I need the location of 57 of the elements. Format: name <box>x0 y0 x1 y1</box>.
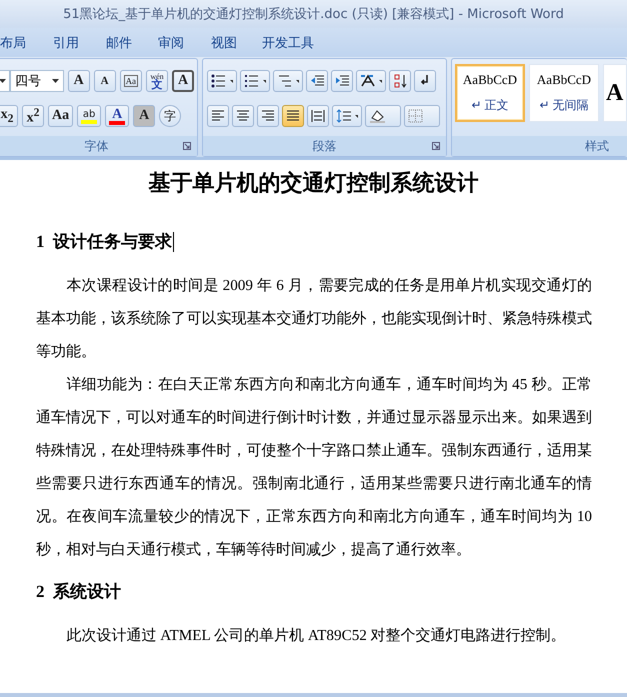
paragraph-mark-icon[interactable] <box>414 70 436 92</box>
font-tool-button[interactable]: x$_{2}$ <box>0 105 18 127</box>
ribbon-tab[interactable]: 开发工具 <box>257 30 319 56</box>
text-align-icon <box>236 109 250 123</box>
increase-indent-icon[interactable] <box>331 70 353 92</box>
numbering-icon[interactable] <box>240 70 270 92</box>
style-swatch[interactable]: AaBbCcD ↵ 无间隔 <box>529 64 599 122</box>
dropdown-arrow-icon[interactable] <box>52 79 59 83</box>
group-label: 样式 <box>585 138 609 154</box>
group-label: 字体 <box>84 138 108 154</box>
ribbon-tab[interactable]: 邮件 <box>99 30 139 56</box>
text-align-icon <box>211 109 225 123</box>
font-tool-button[interactable]: wén 文 <box>146 70 168 92</box>
font-tool-button[interactable]: 字 <box>159 105 182 127</box>
font-name-dropdown[interactable] <box>0 70 10 92</box>
bullets-icon[interactable] <box>207 70 237 92</box>
font-tool-button[interactable]: A <box>68 70 90 92</box>
style-swatch[interactable]: A <box>603 64 627 122</box>
font-tool-button[interactable]: A <box>105 105 130 127</box>
ribbon-tab[interactable]: 引用 <box>46 30 86 56</box>
font-tool-button[interactable]: Aa <box>48 105 74 127</box>
align-button[interactable] <box>207 105 229 127</box>
shading-icon[interactable] <box>365 105 401 127</box>
decrease-indent-icon[interactable] <box>306 70 328 92</box>
text-align-icon <box>286 109 300 123</box>
align-button[interactable] <box>282 105 304 127</box>
dialog-launcher-icon[interactable] <box>432 142 440 150</box>
line-spacing-icon[interactable] <box>332 105 362 127</box>
align-button[interactable] <box>257 105 279 127</box>
align-button[interactable] <box>232 105 254 127</box>
font-tool-button[interactable]: Aa <box>120 70 142 92</box>
ribbon-tab[interactable]: 审阅 <box>151 30 191 56</box>
ribbon-tab[interactable]: 视图 <box>204 30 244 56</box>
section-heading: 1 设计任务与要求 <box>36 231 172 253</box>
text-align-icon <box>311 109 325 123</box>
ribbon-tab[interactable]: 布局 <box>0 30 28 56</box>
text-direction-icon[interactable] <box>356 70 386 92</box>
align-button[interactable] <box>307 105 329 127</box>
section-heading: 2 系统设计 <box>36 581 121 603</box>
body-paragraph: 此次设计通过 ATMEL 公司的单片机 AT89C52 对整个交通灯电路进行控制。 <box>65 626 567 646</box>
style-swatch[interactable]: AaBbCcD ↵ 正文 <box>455 64 525 122</box>
document-title: 基于单片机的交通灯控制系统设计 <box>148 169 480 197</box>
font-tool-button[interactable]: A <box>133 105 156 127</box>
group-label: 段落 <box>312 138 336 154</box>
multilevel-list-icon[interactable] <box>273 70 303 92</box>
text-align-icon <box>261 109 275 123</box>
font-tool-button[interactable]: A <box>172 70 194 92</box>
sort-icon[interactable] <box>389 70 411 92</box>
font-size-dropdown[interactable]: 四号 <box>10 70 64 92</box>
font-tool-button[interactable]: ab <box>77 105 102 127</box>
window-title: 51黑论坛_基于单片机的交通灯控制系统设计.doc (只读) [兼容模式] - Microsoft Word <box>63 6 564 23</box>
body-paragraph: 本次课程设计的时间是 2009 年 6 月，需要完成的任务是用单片机实现交通灯的基本功能，该系统除了可以实现基本交通灯功能外，也能实现倒计时、紧急特殊模式等功能。 <box>36 276 592 362</box>
font-tool-button[interactable]: x$^{2}$ <box>22 105 44 127</box>
dropdown-arrow-icon[interactable] <box>0 79 6 83</box>
dialog-launcher-icon[interactable] <box>183 142 191 150</box>
font-tool-button[interactable]: A <box>94 70 116 92</box>
body-paragraph: 详细功能为：在白天正常东西方向和南北方向通车，通车时间均为 45 秒。正常通车情况下，可以对通车的时间进行倒计时计数，并通过显示器显示出来。如果遇到特殊情况，在处理特殊事件时，可使整个十字路口禁止通车。强制东西通行，适用某些需要只进行东西通车的情况。强制南北通行，适用某些需要只进行南北通车的情况。在夜间车流量较少的情况下，正常东西方向和南北方向通车，通车时间均为 10 秒，相对与白天通行模式，车辆等待时间减少，提高了通行效率。 <box>36 375 592 560</box>
